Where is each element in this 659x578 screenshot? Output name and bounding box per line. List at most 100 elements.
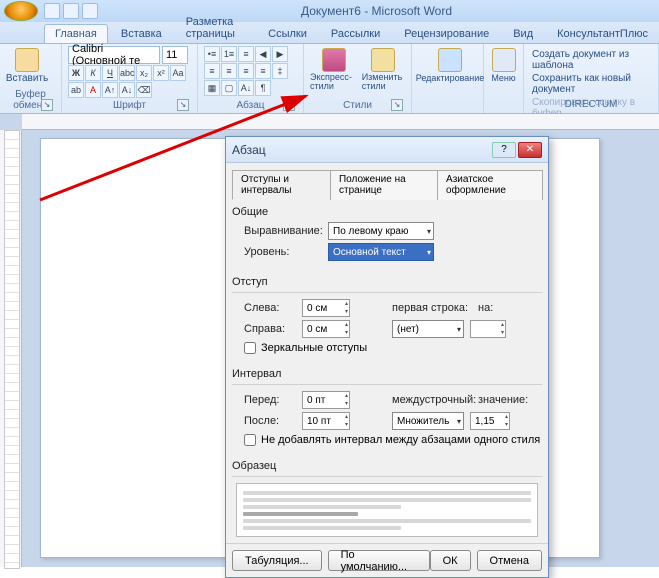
- paste-button[interactable]: Вставить: [6, 46, 48, 84]
- indent-left-label: Слева:: [244, 302, 296, 314]
- paragraph-dialog: Абзац ? ✕ Отступы и интервалы Положение …: [225, 136, 549, 578]
- subscript-button[interactable]: x₂: [136, 65, 152, 81]
- group-font-label: Шрифт: [113, 100, 146, 111]
- strike-button[interactable]: abc: [119, 65, 135, 81]
- tab-view[interactable]: Вид: [502, 24, 544, 43]
- font-launcher[interactable]: ↘: [177, 99, 189, 111]
- group-styles-label: Стили: [343, 100, 372, 111]
- space-after-spinner[interactable]: 10 пт: [302, 412, 350, 430]
- mirror-indents-checkbox[interactable]: [244, 342, 256, 354]
- dlg-tab-position[interactable]: Положение на странице: [330, 170, 438, 200]
- alignment-select[interactable]: По левому краю: [328, 222, 434, 240]
- dialog-close-button[interactable]: ✕: [518, 142, 542, 158]
- tab-consultant[interactable]: КонсультантПлюс: [546, 24, 659, 43]
- horizontal-ruler[interactable]: [22, 114, 659, 130]
- shrink-font-button[interactable]: A↓: [119, 82, 135, 98]
- default-button[interactable]: По умолчанию...: [328, 550, 430, 571]
- borders-button[interactable]: ▢: [221, 80, 237, 96]
- tab-home[interactable]: Главная: [44, 24, 108, 43]
- tab-review[interactable]: Рецензирование: [393, 24, 500, 43]
- line-spacing-button[interactable]: ‡: [272, 63, 288, 79]
- no-space-same-style-checkbox[interactable]: [244, 434, 256, 446]
- dialog-title: Абзац: [232, 143, 492, 157]
- section-general: Общие: [232, 206, 542, 218]
- mirror-indents-label: Зеркальные отступы: [261, 342, 367, 354]
- dlg-tab-asian[interactable]: Азиатское оформление: [437, 170, 543, 200]
- indent-right-label: Справа:: [244, 323, 296, 335]
- indent-by-spinner[interactable]: [470, 320, 506, 338]
- office-button[interactable]: [4, 1, 38, 21]
- change-styles-button[interactable]: Изменить стили: [362, 46, 405, 91]
- line-spacing-label: междустрочный:: [392, 394, 472, 406]
- dialog-titlebar[interactable]: Абзац ? ✕: [226, 137, 548, 163]
- space-before-label: Перед:: [244, 394, 296, 406]
- first-line-label: первая строка:: [392, 302, 472, 314]
- dialog-help-button[interactable]: ?: [492, 142, 516, 158]
- shading-button[interactable]: ▦: [204, 80, 220, 96]
- line-at-label: значение:: [478, 394, 522, 406]
- align-left-button[interactable]: ≡: [204, 63, 220, 79]
- ok-button[interactable]: ОК: [430, 550, 471, 571]
- first-line-select[interactable]: (нет): [392, 320, 464, 338]
- indent-by-label: на:: [478, 302, 500, 314]
- show-marks-button[interactable]: ¶: [255, 80, 271, 96]
- directum-save-new[interactable]: Сохранить как новый документ: [532, 72, 650, 96]
- decrease-indent-button[interactable]: ◀: [255, 46, 271, 62]
- space-before-spinner[interactable]: 0 пт: [302, 391, 350, 409]
- space-after-label: После:: [244, 415, 296, 427]
- sort-button[interactable]: A↓: [238, 80, 254, 96]
- change-styles-icon: [371, 48, 395, 72]
- bold-button[interactable]: Ж: [68, 65, 84, 81]
- outline-level-select[interactable]: Основной текст: [328, 243, 434, 261]
- tabs-button[interactable]: Табуляция...: [232, 550, 322, 571]
- editing-button[interactable]: Редактирование: [418, 46, 482, 83]
- align-center-button[interactable]: ≡: [221, 63, 237, 79]
- bullets-button[interactable]: •≡: [204, 46, 220, 62]
- qat-redo-icon[interactable]: [82, 3, 98, 19]
- directum-create-template[interactable]: Создать документ из шаблона: [532, 48, 650, 72]
- font-color-button[interactable]: A: [85, 82, 101, 98]
- indent-left-spinner[interactable]: 0 см: [302, 299, 350, 317]
- vertical-ruler[interactable]: [0, 130, 22, 567]
- paste-label: Вставить: [6, 73, 48, 84]
- menu-icon: [492, 48, 516, 72]
- clipboard-launcher[interactable]: ↘: [41, 99, 53, 111]
- title-bar: Документ6 - Microsoft Word: [0, 0, 659, 22]
- grow-font-button[interactable]: A↑: [102, 82, 118, 98]
- tab-references[interactable]: Ссылки: [257, 24, 318, 43]
- font-name-combo[interactable]: Calibri (Основной те: [68, 46, 160, 64]
- no-space-same-style-label: Не добавлять интервал между абзацами одн…: [261, 434, 540, 446]
- quick-styles-icon: [322, 48, 346, 72]
- justify-button[interactable]: ≡: [255, 63, 271, 79]
- find-icon: [438, 48, 462, 72]
- tab-insert[interactable]: Вставка: [110, 24, 173, 43]
- numbering-button[interactable]: 1≡: [221, 46, 237, 62]
- tab-layout[interactable]: Разметка страницы: [175, 12, 255, 43]
- menu-button[interactable]: Меню: [490, 46, 517, 83]
- clear-format-button[interactable]: ⌫: [136, 82, 152, 98]
- superscript-button[interactable]: x²: [153, 65, 169, 81]
- styles-launcher[interactable]: ↘: [391, 99, 403, 111]
- italic-button[interactable]: К: [85, 65, 101, 81]
- quick-styles-button[interactable]: Экспресс-стили: [310, 46, 359, 91]
- cancel-button[interactable]: Отмена: [477, 550, 542, 571]
- quick-access-toolbar: [44, 3, 98, 19]
- indent-right-spinner[interactable]: 0 см: [302, 320, 350, 338]
- underline-button[interactable]: Ч: [102, 65, 118, 81]
- font-size-combo[interactable]: 11: [162, 46, 188, 64]
- level-label: Уровень:: [244, 246, 322, 258]
- dlg-tab-indents[interactable]: Отступы и интервалы: [232, 170, 331, 200]
- tab-mailings[interactable]: Рассылки: [320, 24, 391, 43]
- align-right-button[interactable]: ≡: [238, 63, 254, 79]
- increase-indent-button[interactable]: ▶: [272, 46, 288, 62]
- highlight-button[interactable]: ab: [68, 82, 84, 98]
- line-at-spinner[interactable]: 1,15: [470, 412, 510, 430]
- paragraph-launcher[interactable]: ↘: [283, 99, 295, 111]
- section-indent: Отступ: [232, 276, 542, 288]
- qat-save-icon[interactable]: [44, 3, 60, 19]
- multilevel-button[interactable]: ≡: [238, 46, 254, 62]
- qat-undo-icon[interactable]: [63, 3, 79, 19]
- line-spacing-select[interactable]: Множитель: [392, 412, 464, 430]
- ribbon-tabs: Главная Вставка Разметка страницы Ссылки…: [0, 22, 659, 44]
- change-case-button[interactable]: Aa: [170, 65, 186, 81]
